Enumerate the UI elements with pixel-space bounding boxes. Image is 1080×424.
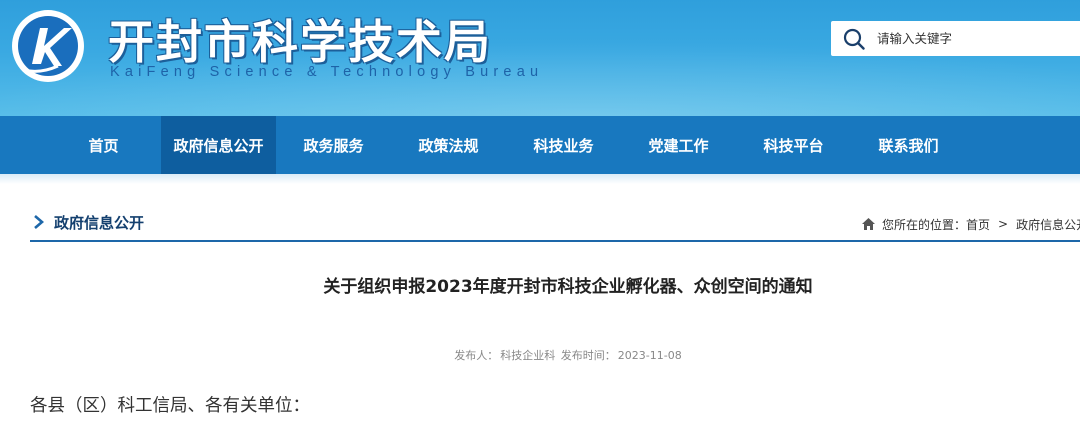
search-icon[interactable]: [843, 28, 865, 50]
nav-item-policy[interactable]: 政策法规: [391, 116, 506, 174]
breadcrumb: 您所在的位置： 首页 > 政府信息公开: [861, 215, 1080, 233]
site-subtitle: KaiFeng Science & Technology Bureau: [110, 64, 544, 80]
nav-item-home[interactable]: 首页: [46, 116, 161, 174]
section-header: 政府信息公开 您所在的位置： 首页 > 政府信息公开: [30, 204, 1080, 242]
nav-item-gov-info[interactable]: 政府信息公开: [161, 116, 276, 174]
site-header: 开封市科学技术局 KaiFeng Science & Technology Bu…: [0, 0, 1080, 116]
article-salutation: 各县（区）科工信局、各有关单位：: [30, 396, 310, 416]
breadcrumb-gov-info-link[interactable]: 政府信息公开: [1016, 216, 1080, 233]
breadcrumb-prefix: 您所在的位置：: [882, 217, 967, 232]
nav-item-contact[interactable]: 联系我们: [851, 116, 966, 174]
chevron-right-icon: [34, 215, 44, 229]
search-box[interactable]: [831, 21, 1080, 56]
main-nav: 首页 政府信息公开 政务服务 政策法规 科技业务 党建工作 科技平台 联系我们: [0, 116, 1080, 174]
site-logo-icon[interactable]: [10, 8, 86, 84]
publish-time-value: 2023-11-08: [617, 349, 682, 362]
section-title: 政府信息公开: [54, 214, 145, 232]
nav-shadow: [0, 174, 1080, 184]
site-title: 开封市科学技术局: [108, 15, 492, 69]
nav-item-party-work[interactable]: 党建工作: [621, 116, 736, 174]
home-icon: [862, 218, 875, 230]
article-meta: 发布人： 科技企业科 发布时间： 2023-11-08: [0, 347, 1080, 363]
nav-item-tech-business[interactable]: 科技业务: [506, 116, 621, 174]
nav-item-tech-platform[interactable]: 科技平台: [736, 116, 851, 174]
breadcrumb-home-link[interactable]: 首页: [966, 216, 990, 233]
search-input[interactable]: [877, 31, 1067, 46]
publisher-label: 发布人：: [454, 349, 499, 362]
publisher-value: 科技企业科: [500, 349, 556, 362]
publish-time-label: 发布时间：: [560, 349, 616, 362]
nav-item-gov-service[interactable]: 政务服务: [276, 116, 391, 174]
breadcrumb-separator: >: [998, 217, 1009, 231]
article-title: 关于组织申报2023年度开封市科技企业孵化器、众创空间的通知: [323, 277, 813, 297]
